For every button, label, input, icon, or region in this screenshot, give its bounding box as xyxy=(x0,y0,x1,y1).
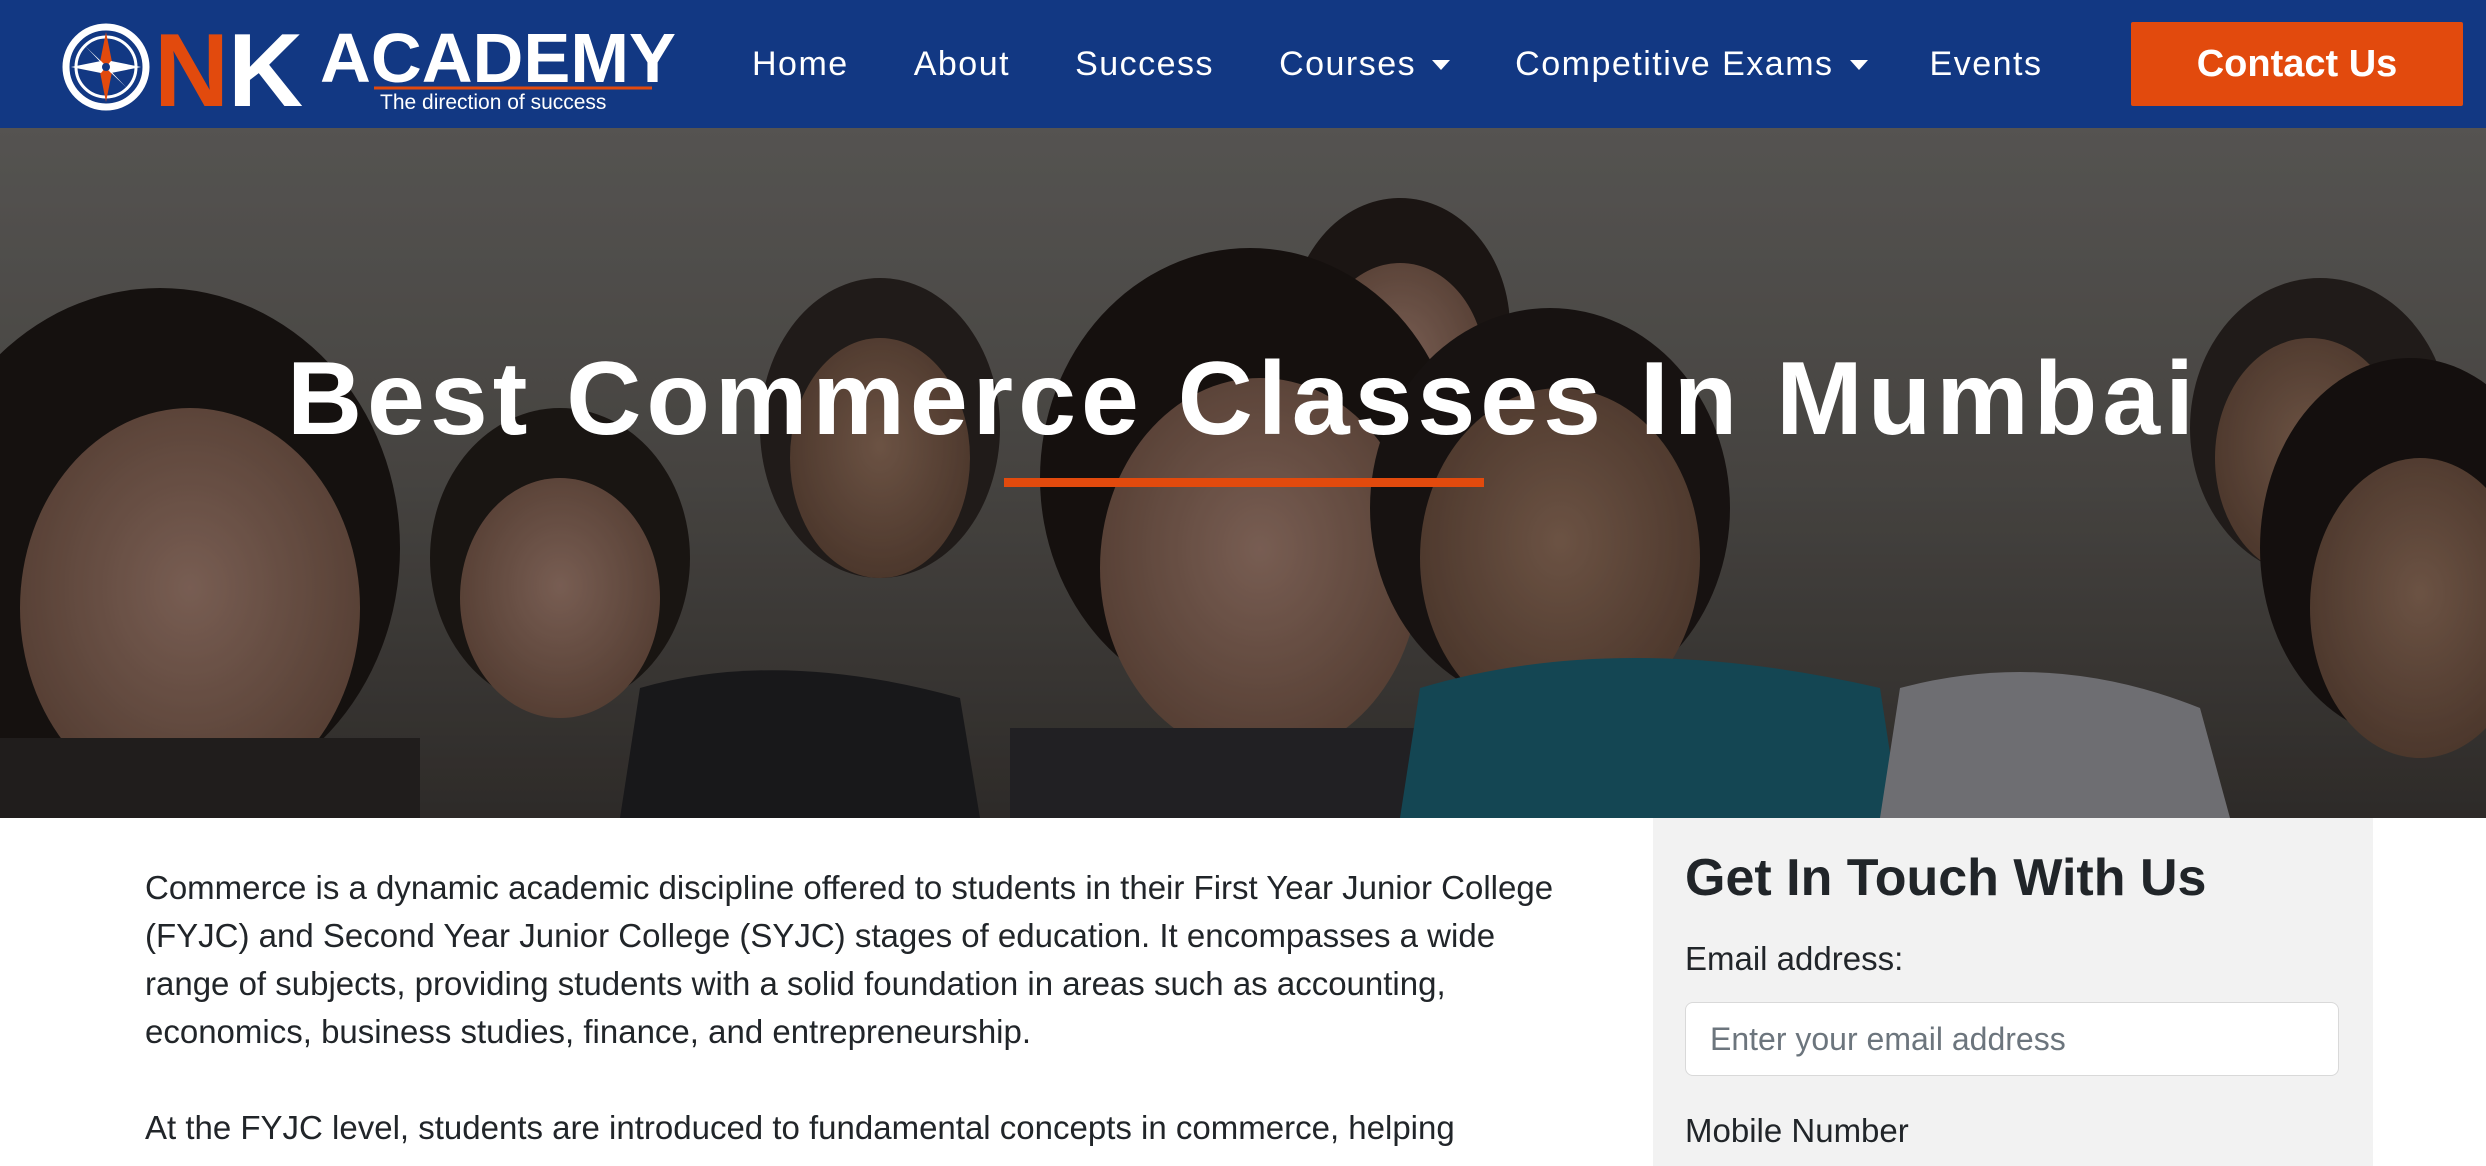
nav-about-label: About xyxy=(913,44,1011,83)
nk-academy-logo[interactable]: N K ACADEMY The direction of success xyxy=(62,18,682,116)
nav-competitive-exams-label: Competitive Exams xyxy=(1515,44,1834,83)
hero-students-photo xyxy=(0,128,2486,818)
nav-about-link[interactable]: About xyxy=(914,45,1010,84)
nav-events-label: Events xyxy=(1929,44,2043,83)
intro-paragraph: Commerce is a dynamic academic disciplin… xyxy=(145,869,1554,1050)
contact-us-button[interactable]: Contact Us xyxy=(2131,22,2463,106)
main-nav: Home About Success Courses Competitive E… xyxy=(752,0,2043,128)
logo-tagline: The direction of success xyxy=(380,91,606,114)
compass-icon xyxy=(62,23,150,111)
nav-success-link[interactable]: Success xyxy=(1075,45,1214,84)
nav-success-label: Success xyxy=(1075,44,1215,83)
logo-letter-k: K xyxy=(228,18,303,116)
logo-academy-text: ACADEMY xyxy=(320,19,676,97)
form-title: Get In Touch With Us xyxy=(1685,849,2207,907)
nav-courses-dropdown[interactable]: Courses xyxy=(1279,44,1451,84)
title-underline-divider xyxy=(1004,478,1484,487)
commerce-description: Commerce is a dynamic academic disciplin… xyxy=(145,864,1585,1166)
logo-letter-n: N xyxy=(154,18,229,116)
email-label: Email address: xyxy=(1685,940,1904,977)
get-in-touch-form: Get In Touch With Us Email address: Mobi… xyxy=(1653,818,2373,1166)
top-navbar: N K ACADEMY The direction of success Hom… xyxy=(0,0,2486,128)
nav-home-label: Home xyxy=(752,44,849,83)
nav-competitive-exams-dropdown[interactable]: Competitive Exams xyxy=(1515,44,1868,84)
hero-banner: Best Commerce Classes In Mumbai xyxy=(0,128,2486,818)
hero-title: Best Commerce Classes In Mumbai xyxy=(286,341,2200,457)
fyjc-paragraph: At the FYJC level, students are introduc… xyxy=(145,1109,1455,1146)
nav-home-link[interactable]: Home xyxy=(752,45,849,84)
caret-down-icon xyxy=(1849,60,1868,70)
caret-down-icon xyxy=(1432,60,1451,70)
nav-events-link[interactable]: Events xyxy=(1930,45,2043,84)
email-input[interactable] xyxy=(1685,1002,2339,1076)
mobile-number-label: Mobile Number xyxy=(1685,1112,1909,1149)
nav-courses-label: Courses xyxy=(1279,44,1417,83)
